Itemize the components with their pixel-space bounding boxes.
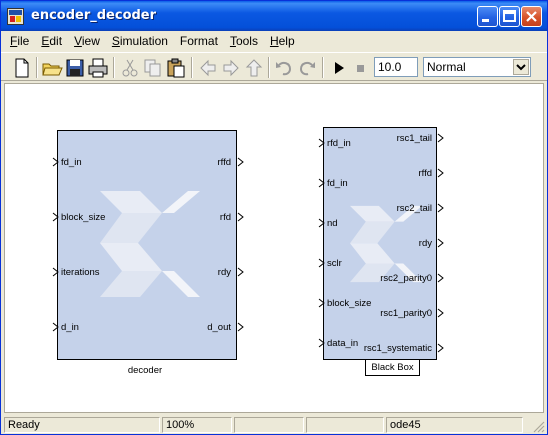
toolbar-separator	[191, 57, 193, 78]
menu-edit[interactable]: Edit	[35, 31, 68, 51]
output-arrow-icon	[437, 343, 444, 353]
output-arrow-icon	[437, 273, 444, 283]
input-arrow-icon	[52, 157, 59, 167]
input-arrow-icon	[318, 218, 325, 228]
simulink-model-icon	[7, 8, 24, 25]
output-arrow-icon	[437, 308, 444, 318]
status-panel-empty	[306, 417, 384, 433]
model-canvas[interactable]: decoder Black Box fd_in block_size itera…	[4, 83, 544, 413]
menu-simulation[interactable]: Simulation	[106, 31, 174, 51]
status-zoom: 100%	[162, 417, 232, 433]
input-arrow-icon	[318, 338, 325, 348]
port-arrows	[52, 133, 444, 353]
maximize-icon	[503, 10, 516, 22]
status-bar: Ready 100% ode45	[1, 415, 547, 434]
input-arrow-icon	[52, 212, 59, 222]
copy-icon[interactable]	[142, 57, 164, 79]
menu-view[interactable]: View	[68, 31, 106, 51]
window-title: encoder_decoder	[31, 8, 157, 23]
menu-file[interactable]: File	[4, 31, 35, 51]
title-bar[interactable]: encoder_decoder	[1, 1, 547, 31]
chevron-down-icon	[516, 64, 526, 71]
menu-tools[interactable]: Tools	[224, 31, 264, 51]
output-arrow-icon	[437, 238, 444, 248]
close-icon	[526, 11, 537, 22]
run-icon[interactable]	[328, 57, 350, 79]
print-icon[interactable]	[87, 57, 109, 79]
output-arrow-icon	[237, 267, 244, 277]
input-arrow-icon	[52, 267, 59, 277]
redo-icon[interactable]	[296, 57, 318, 79]
simulation-mode-value: Normal	[427, 60, 466, 74]
toolbar-separator	[322, 57, 324, 78]
up-icon[interactable]	[243, 57, 265, 79]
open-icon[interactable]	[41, 57, 63, 79]
output-arrow-icon	[237, 212, 244, 222]
resize-grip-icon[interactable]	[531, 419, 545, 433]
input-arrow-icon	[318, 298, 325, 308]
dropdown-arrow-button[interactable]	[513, 59, 529, 75]
input-arrow-icon	[52, 322, 59, 332]
save-icon[interactable]	[64, 57, 86, 79]
toolbar-separator	[36, 57, 38, 78]
input-arrow-icon	[318, 178, 325, 188]
status-solver: ode45	[386, 417, 523, 433]
minimize-icon	[482, 19, 489, 22]
input-arrow-icon	[318, 258, 325, 268]
new-model-icon[interactable]	[11, 57, 33, 79]
back-icon[interactable]	[197, 57, 219, 79]
stop-time-input[interactable]: 10.0	[374, 57, 418, 77]
cut-icon[interactable]	[119, 57, 141, 79]
undo-icon[interactable]	[273, 57, 295, 79]
minimize-button[interactable]	[477, 6, 498, 27]
input-arrow-icon	[318, 138, 325, 148]
output-arrow-icon	[437, 133, 444, 143]
status-state: Ready	[4, 417, 160, 433]
output-arrow-icon	[237, 157, 244, 167]
menu-help[interactable]: Help	[264, 31, 301, 51]
simulation-mode-select[interactable]: Normal	[423, 57, 531, 77]
toolbar-separator	[113, 57, 115, 78]
paste-icon[interactable]	[165, 57, 187, 79]
stop-icon[interactable]	[349, 57, 371, 79]
toolbar-separator	[268, 57, 270, 78]
forward-icon[interactable]	[220, 57, 242, 79]
status-panel-empty	[234, 417, 304, 433]
output-arrow-icon	[437, 168, 444, 178]
maximize-button[interactable]	[499, 6, 520, 27]
app-window: encoder_decoder File Edit View Simulatio…	[0, 0, 548, 435]
menu-format[interactable]: Format	[174, 31, 224, 51]
output-arrow-icon	[437, 203, 444, 213]
output-arrow-icon	[237, 322, 244, 332]
menu-bar: File Edit View Simulation Format Tools H…	[1, 31, 547, 51]
close-button[interactable]	[521, 6, 542, 27]
toolbar: 10.0 Normal	[1, 52, 547, 81]
